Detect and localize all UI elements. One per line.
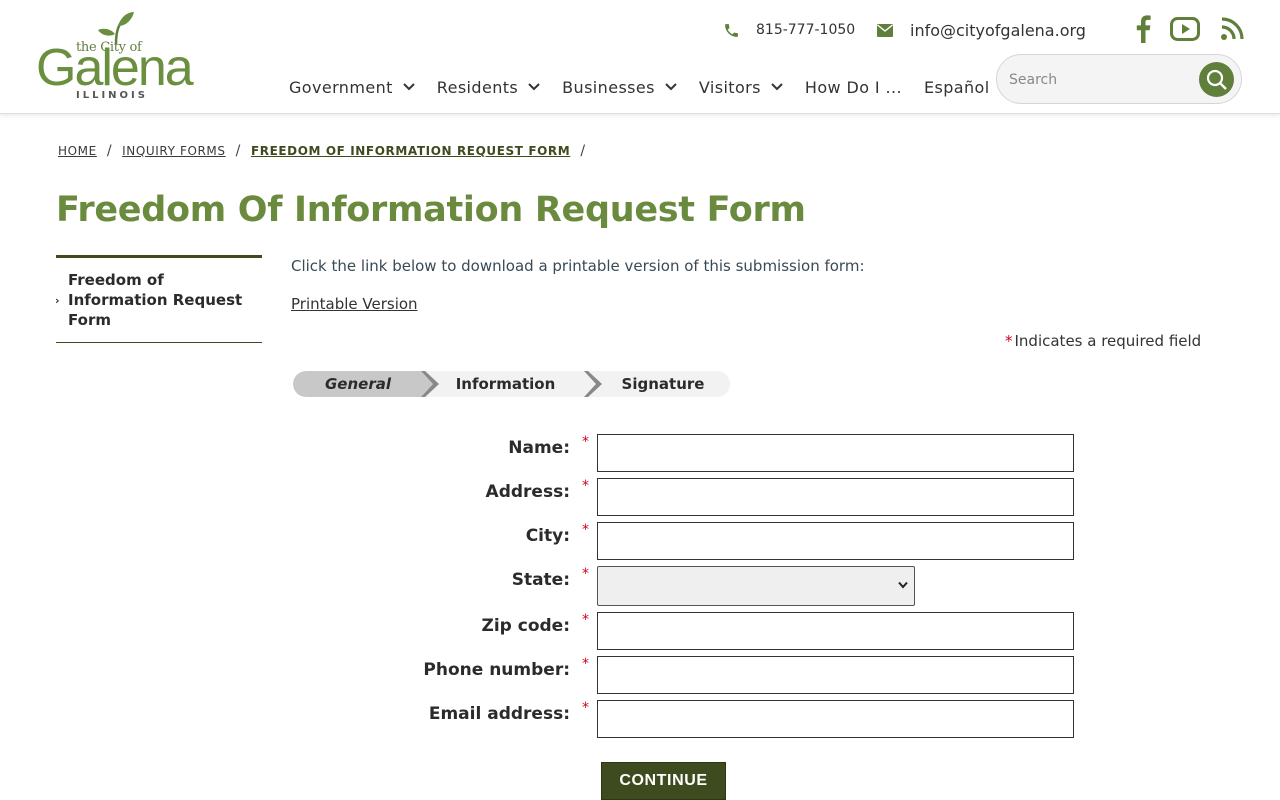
breadcrumb-separator: / [235, 143, 241, 159]
intro-text: Click the link below to download a print… [291, 257, 865, 275]
form-row-email: Email address: * [0, 700, 1280, 740]
chevron-down-icon [528, 83, 540, 91]
sidebar-nav: › Freedom of Information Request Form [55, 255, 262, 343]
breadcrumb-home[interactable]: HOME [58, 144, 97, 158]
email-contact[interactable]: info@cityofgalena.org [876, 18, 1086, 42]
form-row-address: Address: * [0, 478, 1280, 518]
nav-item-residents[interactable]: Residents [437, 78, 540, 97]
breadcrumb-current[interactable]: FREEDOM OF INFORMATION REQUEST FORM [251, 144, 570, 158]
email-address-field[interactable] [597, 700, 1074, 738]
address-field[interactable] [597, 478, 1074, 516]
breadcrumb-separator: / [580, 143, 586, 159]
city-field[interactable] [597, 522, 1074, 560]
sidebar-item-label: Freedom of Information Request Form [68, 271, 243, 329]
nav-label: Español [923, 77, 990, 97]
nav-item-how-do-i[interactable]: How Do I ... [805, 78, 902, 97]
name-field[interactable] [597, 434, 1074, 472]
step-information[interactable]: Information [438, 371, 573, 397]
required-asterisk: * [582, 656, 589, 672]
nav-item-government[interactable]: Government [289, 78, 415, 97]
nav-item-visitors[interactable]: Visitors [699, 78, 783, 97]
chevron-right-icon: › [55, 294, 60, 307]
search-input[interactable] [1009, 67, 1189, 93]
step-general[interactable]: General [293, 371, 423, 397]
breadcrumb-separator: / [106, 143, 113, 159]
chevron-down-icon [771, 83, 783, 91]
required-note-text: Indicates a required field [1014, 332, 1202, 350]
phone-number: 815-777-1050 [756, 22, 856, 38]
continue-button[interactable]: CONTINUE [601, 762, 726, 800]
name-label: Name: [508, 438, 570, 458]
phone-number-label: Phone number: [423, 660, 570, 680]
logo-state: ILLINOIS [76, 90, 148, 101]
search-button[interactable] [1199, 62, 1234, 97]
nav-item-businesses[interactable]: Businesses [562, 78, 677, 97]
state-select[interactable] [597, 566, 915, 606]
email-address-label: Email address: [428, 704, 570, 724]
form-row-name: Name: * [0, 434, 1280, 474]
form-row-phone: Phone number: * [0, 656, 1280, 696]
city-logo[interactable]: the City of Galena ILLINOIS [36, 10, 194, 104]
nav-label: Visitors [698, 77, 761, 97]
facebook-icon[interactable] [1128, 14, 1158, 44]
chevron-down-icon [403, 83, 415, 91]
state-label: State: [511, 570, 570, 590]
required-asterisk: * [582, 700, 589, 716]
address-label: Address: [485, 482, 570, 502]
phone-icon [722, 21, 740, 39]
nav-label: How Do I ... [804, 77, 902, 97]
required-asterisk: * [582, 522, 589, 538]
form-row-state: State: * [0, 566, 1280, 606]
search-icon [1206, 69, 1227, 90]
site-header: the City of Galena ILLINOIS 815-777-1050… [0, 0, 1280, 114]
nav-label: Government [289, 77, 393, 97]
main-nav: Government Residents Businesses Visitors… [289, 74, 1012, 100]
required-asterisk: * [582, 478, 589, 494]
zip-code-field[interactable] [597, 612, 1074, 650]
chevron-down-icon [665, 83, 677, 91]
youtube-icon[interactable] [1170, 14, 1200, 44]
phone-number-field[interactable] [597, 656, 1074, 694]
form-row-zip: Zip code: * [0, 612, 1280, 652]
required-asterisk: * [582, 434, 589, 450]
zip-code-label: Zip code: [481, 616, 571, 636]
printable-version-link[interactable]: Printable Version [291, 295, 418, 313]
chevron-down-icon [898, 581, 908, 589]
nav-label: Businesses [562, 77, 655, 97]
logo-wordmark: Galena [36, 39, 194, 97]
sidebar-item-foia-form[interactable]: › Freedom of Information Request Form [55, 270, 262, 330]
city-label: City: [525, 526, 570, 546]
rss-icon[interactable] [1217, 14, 1247, 44]
required-field-note: * Indicates a required field [1005, 332, 1201, 350]
nav-item-espanol[interactable]: Español [924, 78, 990, 97]
required-asterisk: * [582, 612, 589, 628]
phone-contact[interactable]: 815-777-1050 [722, 18, 855, 42]
page-title: Freedom Of Information Request Form [56, 190, 806, 230]
step-signature[interactable]: Signature [598, 371, 728, 397]
nav-label: Residents [436, 77, 519, 97]
search-box [996, 54, 1242, 104]
breadcrumb-inquiry-forms[interactable]: INQUIRY FORMS [122, 144, 225, 158]
form-steps: General Information Signature [293, 371, 730, 397]
form-row-city: City: * [0, 522, 1280, 562]
envelope-icon [876, 21, 894, 39]
required-asterisk: * [1005, 332, 1013, 350]
required-asterisk: * [582, 566, 589, 582]
email-address: info@cityofgalena.org [910, 20, 1086, 40]
breadcrumb: HOME / INQUIRY FORMS / FREEDOM OF INFORM… [58, 143, 596, 159]
